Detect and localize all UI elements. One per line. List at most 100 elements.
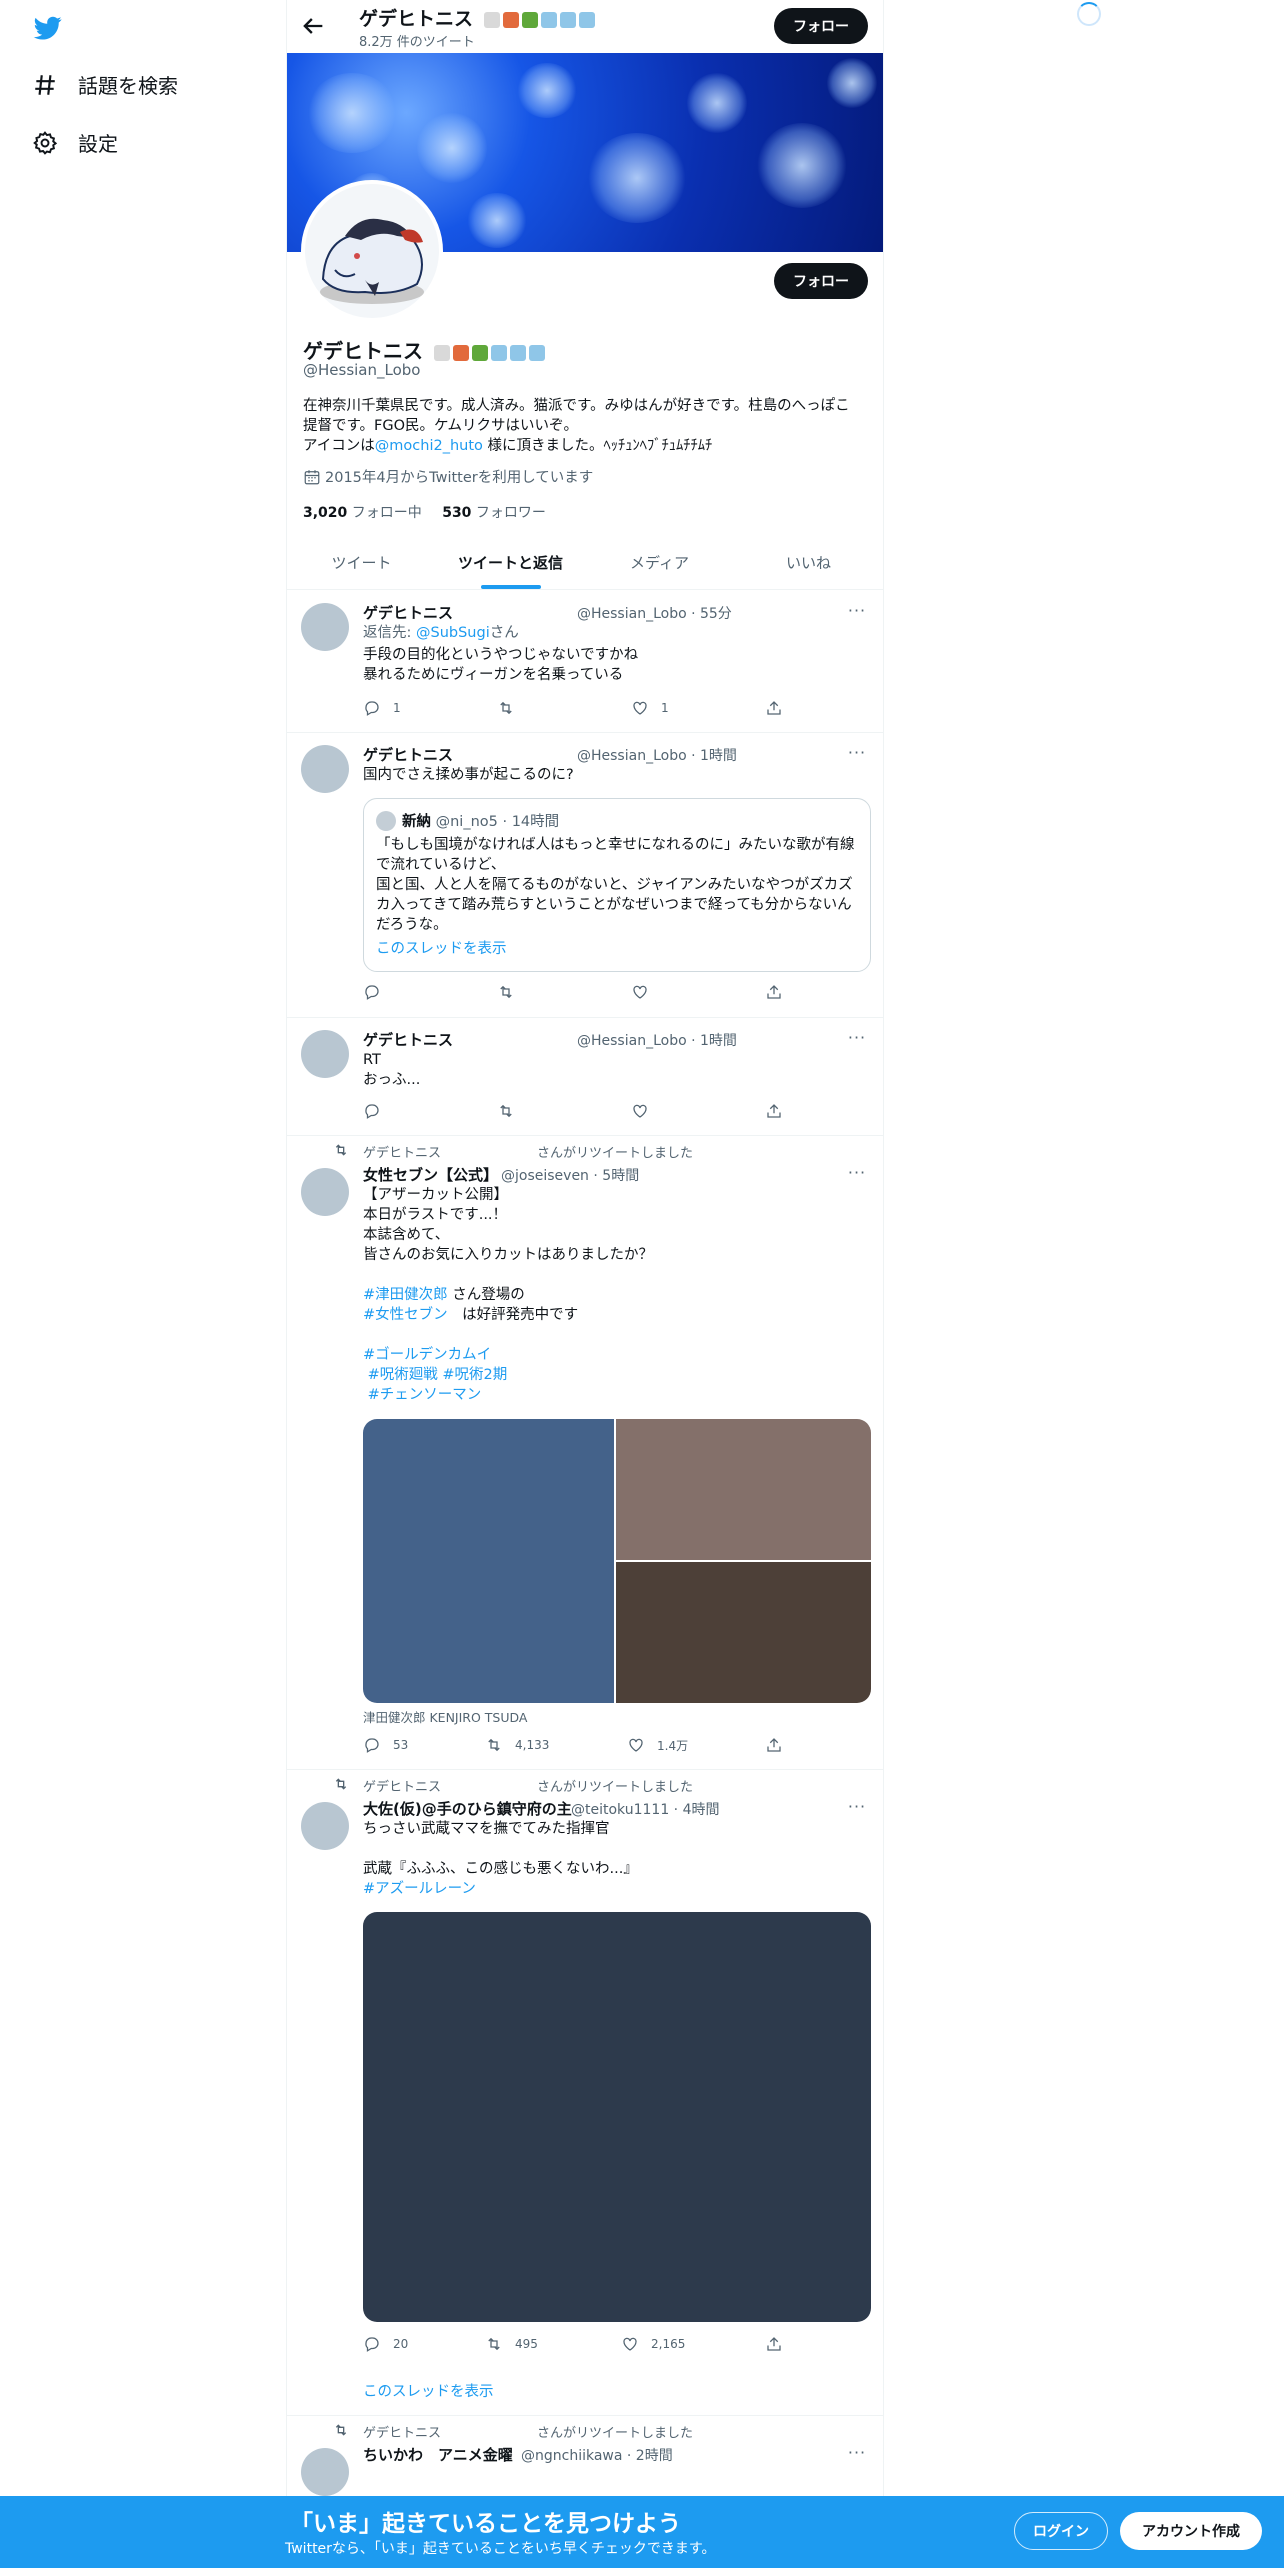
share-button[interactable] <box>765 2335 795 2353</box>
nav-settings[interactable]: 設定 <box>32 128 118 157</box>
more-options-icon[interactable]: ··· <box>847 1163 867 1183</box>
tweet-author-name[interactable]: 大佐(仮)@手のひら鎮守府の主 <box>363 1798 572 1819</box>
reply-button[interactable]: 1 <box>363 699 401 717</box>
tweet-avatar[interactable] <box>301 745 349 793</box>
tweet-text: 【アザーカット公開】 本日がラストです...！ 本誌含めて、 皆さんのお気に入り… <box>363 1187 653 1263</box>
tweet-avatar[interactable] <box>301 1802 349 1850</box>
tweet-meta[interactable]: @Hessian_Lobo · 55分 <box>577 603 732 623</box>
tweet-avatar[interactable] <box>301 2448 349 2496</box>
tweet-author-name[interactable]: ゲデヒトニス <box>363 602 453 623</box>
media-image[interactable] <box>363 1419 614 1703</box>
reply-to-link[interactable]: @SubSugi <box>416 625 490 641</box>
like-button[interactable] <box>631 983 661 1001</box>
following-link[interactable]: 3,020 フォロー中 <box>303 505 422 521</box>
hashtag-link[interactable]: #呪術廻戦 <box>368 1367 438 1383</box>
retweet-button[interactable]: 4,133 <box>485 1736 549 1754</box>
retweeted-by-label[interactable]: ゲデヒトニス さんがリツイートしました <box>363 1776 693 1795</box>
profile-header-bar: ゲデヒトニス 8.2万 件のツイート フォロー <box>287 0 883 53</box>
quoted-tweet[interactable]: 新納 @ni_no5 · 14時間 「もしも国境がなければ人はもっと幸せになれる… <box>363 798 871 972</box>
back-arrow-icon[interactable] <box>299 12 327 40</box>
more-options-icon[interactable]: ··· <box>847 1028 867 1048</box>
tweet-meta[interactable]: @joseiseven · 5時間 <box>501 1165 639 1185</box>
more-options-icon[interactable]: ··· <box>847 1797 867 1817</box>
show-thread-link[interactable]: このスレッドを表示 <box>363 2380 494 2401</box>
tweet-item[interactable]: ゲデヒトニス さんがリツイートしました 大佐(仮)@手のひら鎮守府の主 @teit… <box>287 1770 883 2416</box>
hashtag-link[interactable]: #女性セブン <box>363 1307 448 1323</box>
bio-mention-link[interactable]: @mochi2_huto <box>375 438 483 454</box>
tweet-item[interactable]: ゲデヒトニス @Hessian_Lobo · 55分 ··· 返信先: @Sub… <box>287 591 883 733</box>
tweet-meta[interactable]: @ngnchiikawa · 2時間 <box>521 2445 673 2465</box>
like-count: 1.4万 <box>657 1738 689 1753</box>
tab-tweets[interactable]: ツイート <box>287 538 436 589</box>
tweet-author-name[interactable]: 女性セブン【公式】 <box>363 1164 498 1185</box>
quote-meta: @ni_no5 · 14時間 <box>435 814 560 830</box>
create-account-button[interactable]: アカウント作成 <box>1120 2512 1262 2550</box>
reply-button[interactable] <box>363 983 393 1001</box>
reply-button[interactable]: 20 <box>363 2335 408 2353</box>
tab-media[interactable]: メディア <box>585 538 734 589</box>
hashtag-link[interactable]: #津田健次郎 <box>363 1287 448 1303</box>
like-button[interactable]: 2,165 <box>621 2335 685 2353</box>
like-button[interactable]: 1 <box>631 699 669 717</box>
tweet-item[interactable]: ゲデヒトニス @Hessian_Lobo · 1時間 ··· RT おっふ... <box>287 1018 883 1136</box>
tweet-avatar[interactable] <box>301 1168 349 1216</box>
login-button[interactable]: ログイン <box>1014 2512 1108 2550</box>
tweet-item[interactable]: ゲデヒトニス さんがリツイートしました 女性セブン【公式】 @joseiseven… <box>287 1136 883 1770</box>
retweeted-by-label[interactable]: ゲデヒトニス さんがリツイートしました <box>363 2422 693 2441</box>
profile-name-text: ゲデヒトニス <box>303 339 423 363</box>
show-thread-link[interactable]: このスレッドを表示 <box>376 937 507 958</box>
tweet-item[interactable]: ゲデヒトニス @Hessian_Lobo · 1時間 ··· 国内でさえ揉め事が… <box>287 733 883 1018</box>
reply-button[interactable] <box>363 1102 393 1120</box>
profile-avatar[interactable] <box>301 180 443 322</box>
share-button[interactable] <box>765 1102 795 1120</box>
retweet-button[interactable] <box>497 983 527 1001</box>
hashtag-link[interactable]: #ゴールデンカムイ <box>363 1347 491 1363</box>
tweet-actions: 1 1 <box>363 699 803 719</box>
retweet-icon <box>488 1738 500 1752</box>
tweet-item[interactable]: ゲデヒトニス さんがリツイートしました ちいかわ アニメ金曜 @ngnchiika… <box>287 2416 883 2496</box>
share-button[interactable] <box>765 1736 795 1754</box>
hashtag-link[interactable]: #チェンソーマン <box>368 1387 482 1403</box>
signup-prompt-subtitle: Twitterなら、「いま」起きていることをいち早くチェックできます。 <box>285 2541 716 2557</box>
tweet-author-name[interactable]: ゲデヒトニス <box>363 744 453 765</box>
media-image[interactable] <box>363 1912 871 2322</box>
reply-button[interactable]: 53 <box>363 1736 408 1754</box>
tab-likes[interactable]: いいね <box>734 538 883 589</box>
like-button[interactable]: 1.4万 <box>627 1736 688 1754</box>
retweet-button[interactable] <box>497 1102 527 1120</box>
tweet-actions: 53 4,133 1.4万 <box>363 1736 803 1756</box>
share-icon <box>767 1738 781 1752</box>
follow-button-header[interactable]: フォロー <box>774 8 868 44</box>
hashtag-link[interactable]: #呪術2期 <box>442 1367 507 1383</box>
retweet-button[interactable]: 495 <box>485 2335 538 2353</box>
tab-tweets-and-replies[interactable]: ツイートと返信 <box>436 538 585 589</box>
tweet-author-name[interactable]: ゲデヒトニス <box>363 1029 453 1050</box>
twitter-logo-icon[interactable] <box>32 14 64 42</box>
share-button[interactable] <box>765 699 795 717</box>
more-options-icon[interactable]: ··· <box>847 601 867 621</box>
retweet-icon <box>500 985 512 999</box>
like-button[interactable] <box>631 1102 661 1120</box>
hashtag-link[interactable]: #アズールレーン <box>363 1881 476 1897</box>
bio-line: 在神奈川千葉県民です。成人済み。猫派です。みゆはんが好きです。柱島のへっぽこ提督… <box>303 398 850 434</box>
share-icon <box>767 985 781 999</box>
retweet-button[interactable] <box>497 699 527 717</box>
media-image[interactable] <box>616 1419 871 1560</box>
tweet-meta[interactable]: @teitoku1111 · 4時間 <box>571 1799 719 1819</box>
signup-prompt-title: 「いま」起きていることを見つけよう <box>290 2511 681 2537</box>
emoji-icon <box>521 11 538 28</box>
tweet-author-name[interactable]: ちいかわ アニメ金曜 <box>363 2444 513 2465</box>
followers-link[interactable]: 530 フォロワー <box>442 505 546 521</box>
tweet-text-tags: #津田健次郎 さん登場の <box>363 1285 863 1305</box>
more-options-icon[interactable]: ··· <box>847 2443 867 2463</box>
more-options-icon[interactable]: ··· <box>847 743 867 763</box>
follow-button[interactable]: フォロー <box>774 263 868 299</box>
retweeted-by-label[interactable]: ゲデヒトニス さんがリツイートしました <box>363 1142 693 1161</box>
tweet-avatar[interactable] <box>301 1030 349 1078</box>
tweet-meta[interactable]: @Hessian_Lobo · 1時間 <box>577 1030 737 1050</box>
tweet-meta[interactable]: @Hessian_Lobo · 1時間 <box>577 745 737 765</box>
tweet-avatar[interactable] <box>301 603 349 651</box>
media-image[interactable] <box>616 1562 871 1703</box>
nav-explore[interactable]: 話題を検索 <box>32 70 178 99</box>
share-button[interactable] <box>765 983 795 1001</box>
